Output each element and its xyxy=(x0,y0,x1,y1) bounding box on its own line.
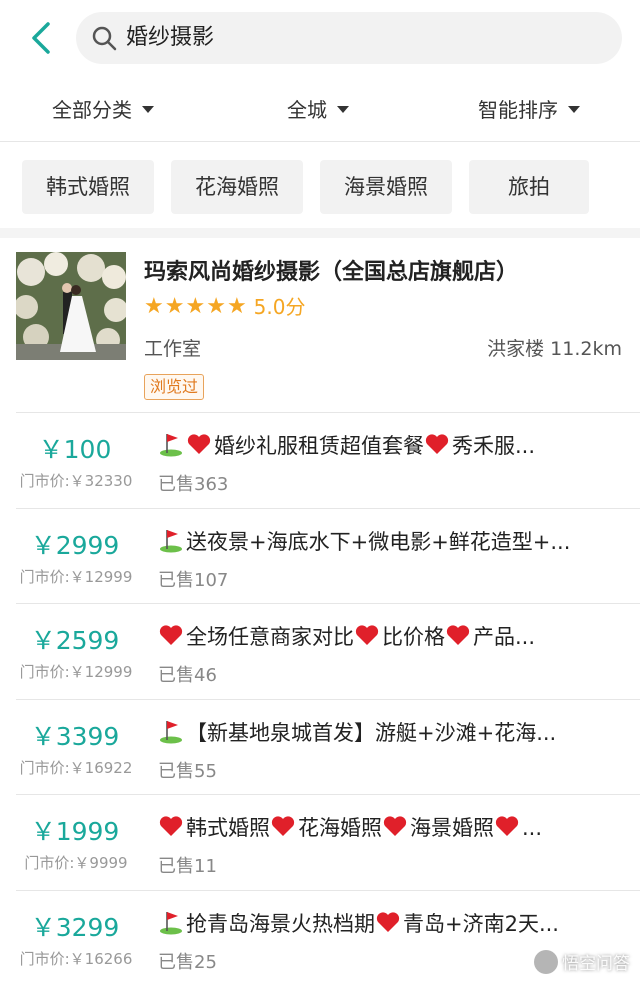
deal-title: 婚纱礼服租赁超值套餐 秀禾服... xyxy=(158,430,608,460)
deal-title-text: 全场任意商家对比 xyxy=(186,625,354,649)
deal-price: ￥1999 xyxy=(30,817,120,846)
deal-title: 【新基地泉城首发】游艇+沙滩+花海... xyxy=(158,717,608,747)
deal-sold-count: 已售11 xyxy=(158,856,217,877)
heart-icon xyxy=(495,816,519,836)
deal-sold-count: 已售25 xyxy=(158,952,217,973)
deal-title-text: 抢青岛海景火热档期 xyxy=(186,912,375,936)
filter-category-label: 全部分类 xyxy=(52,98,132,122)
star-icon: ★ xyxy=(185,294,206,319)
caret-down-icon xyxy=(568,106,580,113)
deal-title-text: 婚纱礼服租赁超值套餐 xyxy=(214,434,424,458)
divider xyxy=(16,508,640,509)
star-icon: ★ xyxy=(226,294,247,319)
deal-item[interactable]: ￥3399 门市价:￥16922 【新基地泉城首发】游艇+沙滩+花海... 已售… xyxy=(0,699,640,795)
watermark-logo-icon xyxy=(534,949,558,974)
tag-flower-sea[interactable]: 花海婚照 xyxy=(171,160,303,214)
heart-icon xyxy=(159,816,183,836)
deal-title-suffix: 青岛+济南2天... xyxy=(403,912,559,936)
shop-card[interactable]: 玛索风尚婚纱摄影（全国总店旗舰店） ★ ★ ★ ★ ★ 5.0分 工作室 洪家楼… xyxy=(0,238,640,414)
golf-flag-icon xyxy=(160,434,182,457)
deal-title-mid: 花海婚照 xyxy=(298,816,382,840)
star-icon: ★ xyxy=(144,294,164,319)
divider xyxy=(16,412,640,413)
heart-icon xyxy=(383,816,407,836)
deal-title-text: 送夜景+海底水下+微电影+鲜花造型+... xyxy=(186,530,571,554)
deal-title: 送夜景+海底水下+微电影+鲜花造型+... xyxy=(158,526,608,556)
deal-original-price: 门市价:￥16922 xyxy=(19,759,133,777)
filter-bar: 全部分类 全城 智能排序 xyxy=(0,80,640,142)
search-query: 婚纱摄影 xyxy=(126,25,215,50)
deal-price: ￥2599 xyxy=(30,626,120,655)
deal-price: ￥3399 xyxy=(30,722,120,751)
deal-original-price: 门市价:￥12999 xyxy=(19,663,133,681)
golf-flag-icon xyxy=(160,530,182,553)
deal-item[interactable]: ￥2999 门市价:￥12999 送夜景+海底水下+微电影+鲜花造型+... 已… xyxy=(0,508,640,604)
tag-seascape[interactable]: 海景婚照 xyxy=(320,160,452,214)
deal-title: 韩式婚照 花海婚照 海景婚照... xyxy=(158,812,608,842)
heart-icon xyxy=(376,912,400,932)
back-arrow-icon[interactable] xyxy=(22,18,62,58)
heart-icon xyxy=(425,434,449,454)
divider xyxy=(16,603,640,604)
heart-icon xyxy=(271,816,295,836)
deal-original-price: 门市价:￥9999 xyxy=(24,854,128,872)
rating-score: 5.0分 xyxy=(253,295,306,319)
golf-flag-icon xyxy=(160,721,182,744)
watermark: 悟空问答 xyxy=(534,949,630,974)
deal-sold-count: 已售55 xyxy=(158,761,217,782)
deal-item[interactable]: ￥100 门市价:￥32330 婚纱礼服租赁超值套餐 秀禾服... 已售363 xyxy=(0,412,640,508)
deal-sold-count: 已售46 xyxy=(158,665,217,686)
top-bar: 婚纱摄影 xyxy=(0,0,640,80)
deal-title: 全场任意商家对比 比价格 产品... xyxy=(158,621,608,651)
deal-sold-count: 已售363 xyxy=(158,474,229,495)
heart-icon xyxy=(159,625,183,645)
deal-sold-count: 已售107 xyxy=(158,570,229,591)
divider xyxy=(16,890,640,891)
divider xyxy=(16,794,640,795)
deal-title-suffix: 产品... xyxy=(473,625,536,649)
heart-icon xyxy=(187,434,211,454)
filter-category[interactable]: 全部分类 xyxy=(52,94,154,126)
heart-icon xyxy=(446,625,470,645)
deal-item[interactable]: ￥2599 门市价:￥12999 全场任意商家对比 比价格 产品... 已售46 xyxy=(0,603,640,699)
deal-title-text: 韩式婚照 xyxy=(186,816,270,840)
filter-area[interactable]: 全城 xyxy=(287,94,349,126)
deal-price: ￥2999 xyxy=(30,531,120,560)
shop-type: 工作室 xyxy=(144,338,202,360)
shop-location: 洪家楼 11.2km xyxy=(487,338,622,360)
caret-down-icon xyxy=(337,106,349,113)
rating-stars: ★ ★ ★ ★ ★ 5.0分 xyxy=(144,294,305,320)
deal-original-price: 门市价:￥12999 xyxy=(19,568,133,586)
tag-korean[interactable]: 韩式婚照 xyxy=(22,160,154,214)
deal-title-mid2: 海景婚照 xyxy=(410,816,494,840)
deal-title-mid: 比价格 xyxy=(382,625,445,649)
deal-price: ￥3299 xyxy=(30,913,120,942)
visited-badge: 浏览过 xyxy=(144,374,205,400)
search-input[interactable]: 婚纱摄影 xyxy=(76,12,622,64)
deal-original-price: 门市价:￥32330 xyxy=(19,472,133,490)
search-icon xyxy=(92,26,117,51)
divider xyxy=(16,699,640,700)
shop-name: 玛索风尚婚纱摄影（全国总店旗舰店） xyxy=(144,260,519,285)
deal-title-text: 【新基地泉城首发】游艇+沙滩+花海... xyxy=(186,721,557,745)
heart-icon xyxy=(355,625,379,645)
golf-flag-icon xyxy=(160,912,182,935)
section-gap xyxy=(0,228,640,238)
deal-title-suffix: ... xyxy=(522,816,543,840)
filter-sort[interactable]: 智能排序 xyxy=(478,94,580,126)
star-icon: ★ xyxy=(206,294,226,319)
deal-original-price: 门市价:￥16266 xyxy=(19,950,133,968)
deal-title-suffix: 秀禾服... xyxy=(452,434,536,458)
shop-thumbnail xyxy=(16,252,126,360)
deal-title: 抢青岛海景火热档期 青岛+济南2天... xyxy=(158,908,608,938)
filter-sort-label: 智能排序 xyxy=(478,98,558,122)
watermark-text: 悟空问答 xyxy=(562,954,630,974)
tag-row: 韩式婚照 花海婚照 海景婚照 旅拍 xyxy=(0,142,640,236)
caret-down-icon xyxy=(142,106,154,113)
deal-item[interactable]: ￥1999 门市价:￥9999 韩式婚照 花海婚照 海景婚照... 已售11 xyxy=(0,794,640,890)
tag-travel[interactable]: 旅拍 xyxy=(469,160,589,214)
star-icon: ★ xyxy=(164,294,185,319)
filter-area-label: 全城 xyxy=(287,98,327,122)
deal-price: ￥100 xyxy=(38,435,112,464)
